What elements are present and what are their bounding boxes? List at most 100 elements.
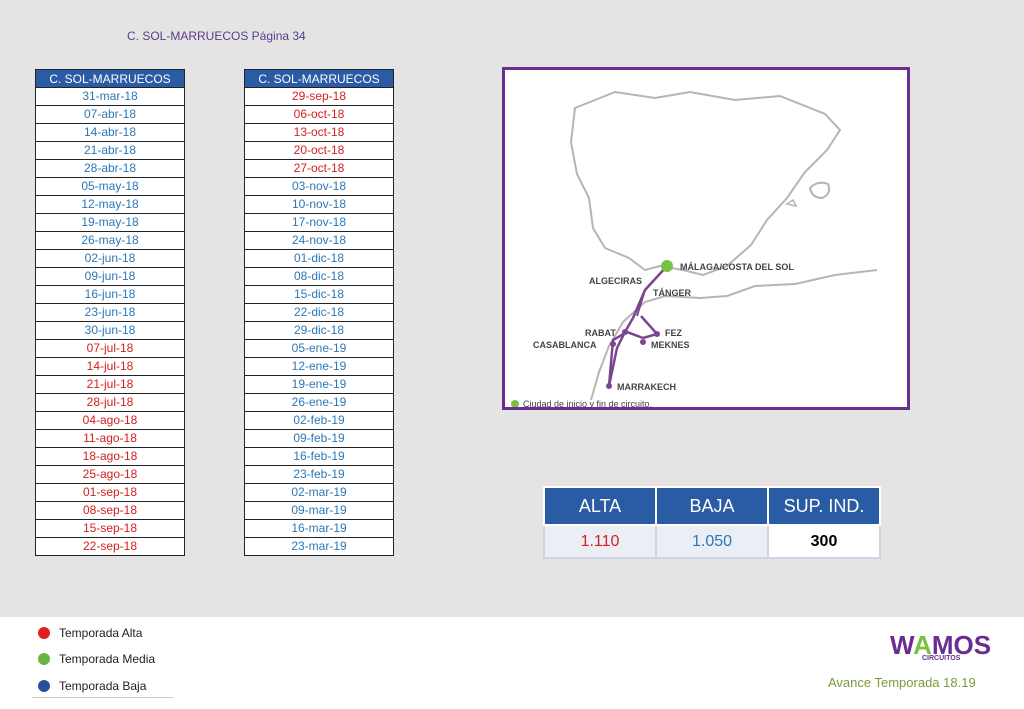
date-cell: 06-oct-18	[244, 105, 394, 124]
divider	[32, 697, 174, 698]
city-dot	[622, 329, 628, 335]
date-cell: 22-sep-18	[35, 537, 185, 556]
table-row: 28-jul-18	[35, 393, 185, 412]
table-row: 02-jun-18	[35, 249, 185, 268]
date-cell: 12-ene-19	[244, 357, 394, 376]
table-row: 15-dic-18	[244, 285, 394, 304]
price-header-alta: ALTA	[543, 486, 657, 526]
table-row: 08-sep-18	[35, 501, 185, 520]
legend-alta: Temporada Alta	[38, 626, 142, 640]
table-row: 17-nov-18	[244, 213, 394, 232]
date-cell: 29-sep-18	[244, 87, 394, 106]
table-row: 23-feb-19	[244, 465, 394, 484]
island	[808, 181, 831, 200]
table-row: 21-jul-18	[35, 375, 185, 394]
iberia-coastline	[569, 90, 842, 277]
legend-start-dot	[511, 400, 519, 407]
date-cell: 01-dic-18	[244, 249, 394, 268]
city-label: CASABLANCA	[533, 340, 597, 350]
table-row: 19-may-18	[35, 213, 185, 232]
date-cell: 14-jul-18	[35, 357, 185, 376]
city-label: MARRAKECH	[617, 382, 676, 392]
price-header-sup: SUP. IND.	[767, 486, 881, 526]
map-legend-text: Ciudad de inicio y fin de circuito.	[523, 399, 652, 407]
city-label: RABAT	[585, 328, 616, 338]
city-label: MÁLAGA/COSTA DEL SOL	[680, 262, 794, 272]
date-cell: 19-may-18	[35, 213, 185, 232]
green-dot-icon	[38, 653, 50, 665]
table-row: 03-nov-18	[244, 177, 394, 196]
table-row: 02-feb-19	[244, 411, 394, 430]
date-cell: 13-oct-18	[244, 123, 394, 142]
date-cell: 02-mar-19	[244, 483, 394, 502]
date-cell: 26-may-18	[35, 231, 185, 250]
table-row: 14-abr-18	[35, 123, 185, 142]
date-cell: 16-feb-19	[244, 447, 394, 466]
table-row: 14-jul-18	[35, 357, 185, 376]
table-row: 24-nov-18	[244, 231, 394, 250]
date-cell: 02-feb-19	[244, 411, 394, 430]
date-cell: 23-feb-19	[244, 465, 394, 484]
date-cell: 27-oct-18	[244, 159, 394, 178]
date-cell: 04-ago-18	[35, 411, 185, 430]
price-header-baja: BAJA	[655, 486, 769, 526]
date-cell: 23-mar-19	[244, 537, 394, 556]
date-cell: 30-jun-18	[35, 321, 185, 340]
date-cell: 08-sep-18	[35, 501, 185, 520]
table-row: 08-dic-18	[244, 267, 394, 286]
date-cell: 12-may-18	[35, 195, 185, 214]
table-row: 22-dic-18	[244, 303, 394, 322]
start-city-dot	[661, 260, 673, 272]
price-baja: 1.050	[655, 524, 769, 559]
city-label: ALGECIRAS	[589, 276, 642, 286]
date-cell: 03-nov-18	[244, 177, 394, 196]
table-row: 23-jun-18	[35, 303, 185, 322]
table-header: C. SOL-MARRUECOS	[35, 69, 185, 88]
date-cell: 23-jun-18	[35, 303, 185, 322]
table-row: 20-oct-18	[244, 141, 394, 160]
table-row: 09-mar-19	[244, 501, 394, 520]
date-cell: 22-dic-18	[244, 303, 394, 322]
blue-dot-icon	[38, 680, 50, 692]
table-row: 23-mar-19	[244, 537, 394, 556]
table-row: 22-sep-18	[35, 537, 185, 556]
table-row: 19-ene-19	[244, 375, 394, 394]
table-row: 26-may-18	[35, 231, 185, 250]
date-cell: 05-may-18	[35, 177, 185, 196]
date-cell: 07-jul-18	[35, 339, 185, 358]
table-row: 15-sep-18	[35, 519, 185, 538]
date-cell: 16-mar-19	[244, 519, 394, 538]
table-row: 16-mar-19	[244, 519, 394, 538]
date-cell: 21-jul-18	[35, 375, 185, 394]
price-sup: 300	[767, 524, 881, 559]
date-cell: 28-jul-18	[35, 393, 185, 412]
city-label: FEZ	[665, 328, 683, 338]
table-header: C. SOL-MARRUECOS	[244, 69, 394, 88]
legend-label: Temporada Alta	[59, 626, 143, 640]
date-cell: 14-abr-18	[35, 123, 185, 142]
date-cell: 05-ene-19	[244, 339, 394, 358]
table-row: 30-jun-18	[35, 321, 185, 340]
logo-subtitle: CIRCUITOS	[922, 655, 961, 662]
date-cell: 24-nov-18	[244, 231, 394, 250]
date-cell: 16-jun-18	[35, 285, 185, 304]
date-cell: 11-ago-18	[35, 429, 185, 448]
city-label: TÁNGER	[653, 288, 692, 298]
date-cell: 28-abr-18	[35, 159, 185, 178]
date-cell: 09-feb-19	[244, 429, 394, 448]
table-row: 16-jun-18	[35, 285, 185, 304]
table-row: 09-feb-19	[244, 429, 394, 448]
table-row: 13-oct-18	[244, 123, 394, 142]
date-cell: 09-mar-19	[244, 501, 394, 520]
table-row: 16-feb-19	[244, 447, 394, 466]
table-row: 26-ene-19	[244, 393, 394, 412]
date-cell: 29-dic-18	[244, 321, 394, 340]
table-row: 28-abr-18	[35, 159, 185, 178]
table-row: 29-sep-18	[244, 87, 394, 106]
season-label: Avance Temporada 18.19	[828, 675, 976, 690]
table-row: 07-abr-18	[35, 105, 185, 124]
dates-table-right: C. SOL-MARRUECOS 29-sep-18 06-oct-18 13-oc…	[244, 69, 394, 556]
table-row: 06-oct-18	[244, 105, 394, 124]
city-dot	[640, 339, 646, 345]
page-title: C. SOL-MARRUECOS Página 34	[127, 29, 306, 43]
